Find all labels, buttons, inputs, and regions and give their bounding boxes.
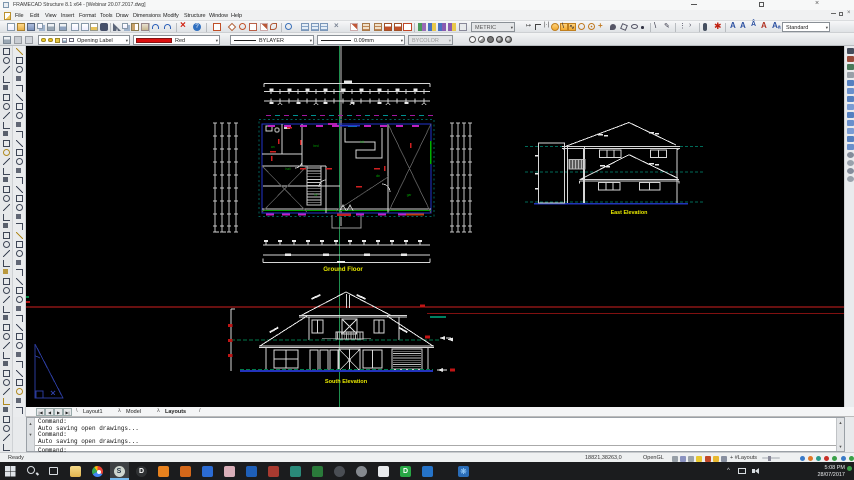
svg-text:wc: wc (271, 145, 275, 149)
svg-text:hall: hall (286, 167, 291, 171)
svg-text:East Elevation: East Elevation (611, 210, 648, 216)
svg-text:bed: bed (313, 144, 319, 148)
svg-text:kit: kit (360, 140, 363, 144)
svg-text:Ground Floor: Ground Floor (323, 266, 363, 273)
svg-text:South Elevation: South Elevation (325, 379, 368, 385)
svg-text:liv: liv (314, 193, 317, 197)
svg-text:din: din (376, 174, 380, 178)
svg-text:gar: gar (407, 193, 413, 197)
